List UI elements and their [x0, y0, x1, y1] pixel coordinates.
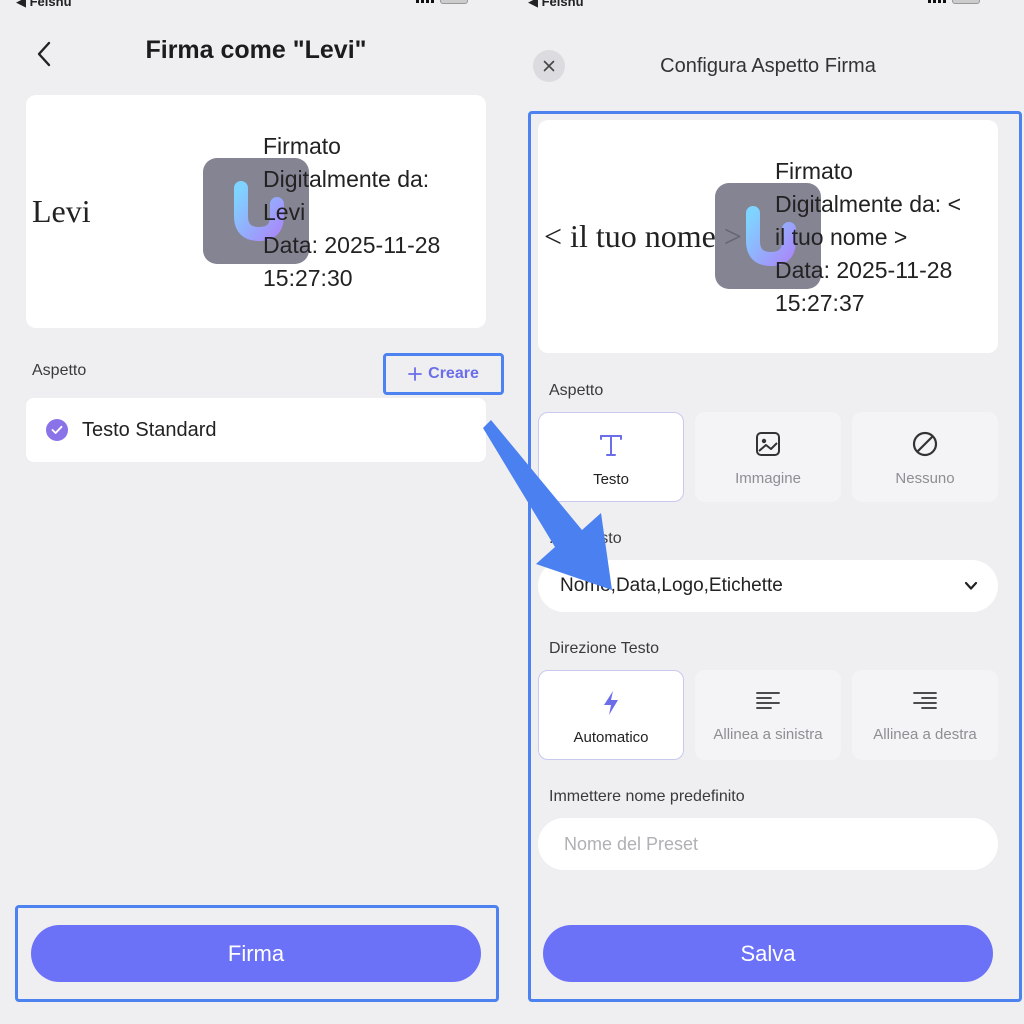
signature-line: Digitalmente da:: [263, 166, 430, 192]
signal-icon: [928, 0, 946, 3]
text-fields-dropdown[interactable]: Nome,Data,Logo,Etichette: [538, 560, 998, 612]
left-screen: ◀ Feishu Firma come "Levi" Levi Firmato …: [0, 0, 512, 1024]
align-left-icon: [756, 692, 780, 709]
battery-icon: [440, 0, 468, 4]
signal-icon: [416, 0, 434, 3]
right-screen: ◀ Feishu Configura Aspetto Firma < il tu…: [512, 0, 1024, 1024]
signature-name: Levi: [32, 193, 91, 229]
status-indicators: [928, 0, 980, 4]
appearance-option-image[interactable]: Immagine: [695, 412, 841, 502]
appearance-item-standard[interactable]: Testo Standard: [26, 398, 486, 462]
status-indicators: [416, 0, 468, 4]
create-button[interactable]: Creare: [383, 353, 504, 395]
status-carrier[interactable]: ◀ Feishu: [16, 0, 72, 10]
signature-line: Data: 2025-11-28: [263, 232, 441, 258]
appearance-option-none[interactable]: Nessuno: [852, 412, 998, 502]
battery-icon: [952, 0, 980, 4]
option-label: Testo: [593, 471, 629, 488]
option-label: Allinea a destra: [873, 726, 977, 743]
appearance-option-text[interactable]: Testo: [538, 412, 684, 502]
direction-option-auto[interactable]: Automatico: [538, 670, 684, 760]
signature-line: Data: 2025-11-28: [775, 257, 953, 283]
plus-icon: [408, 367, 423, 381]
option-label: Nessuno: [895, 470, 955, 487]
none-circle-icon: [912, 431, 938, 457]
status-carrier[interactable]: ◀ Feishu: [528, 0, 584, 10]
image-icon: [756, 432, 780, 456]
standard-label: Testo Standard: [82, 418, 217, 441]
modal-title: Configura Aspetto Firma: [660, 55, 876, 77]
signature-line: Firmato: [263, 133, 341, 159]
signature-line: 15:27:30: [263, 265, 353, 291]
text-t-icon: [600, 435, 622, 456]
create-label: Creare: [428, 365, 479, 382]
appearance-label: Aspetto: [549, 382, 604, 399]
option-label: Automatico: [573, 729, 649, 746]
preset-name-input[interactable]: [538, 818, 998, 870]
lightning-icon: [604, 691, 618, 715]
signature-line: il tuo nome >: [775, 224, 908, 250]
text-fields-label: ... di Testo: [549, 530, 622, 547]
direction-option-left[interactable]: Allinea a sinistra: [695, 670, 841, 760]
sign-button[interactable]: Firma: [31, 925, 481, 982]
signature-preview: < il tuo nome > Firmato Digitalmente da:…: [538, 120, 998, 353]
signature-line: 15:27:37: [775, 290, 865, 316]
page-title: Firma come "Levi": [145, 36, 367, 64]
preset-label: Immettere nome predefinito: [549, 788, 745, 805]
chevron-down-icon: [964, 581, 978, 590]
align-right-icon: [913, 692, 937, 709]
direction-option-right[interactable]: Allinea a destra: [852, 670, 998, 760]
signature-details: Firmato Digitalmente da: < il tuo nome >…: [775, 155, 961, 320]
signature-details: Firmato Digitalmente da: Levi Data: 2025…: [263, 130, 440, 295]
signature-line: Firmato: [775, 158, 853, 184]
option-label: Immagine: [735, 470, 801, 487]
signature-line: Digitalmente da: <: [775, 191, 962, 217]
direction-label: Direzione Testo: [549, 640, 659, 657]
check-icon: [46, 419, 68, 441]
option-label: Allinea a sinistra: [713, 726, 823, 743]
signature-name: < il tuo nome >: [544, 218, 742, 254]
appearance-label: Aspetto: [32, 362, 87, 379]
dropdown-value: Nome,Data,Logo,Etichette: [560, 575, 783, 596]
save-button[interactable]: Salva: [543, 925, 993, 982]
signature-preview: Levi Firmato Digitalmente da: Levi Data:…: [26, 95, 486, 328]
signature-line: Levi: [263, 199, 306, 225]
